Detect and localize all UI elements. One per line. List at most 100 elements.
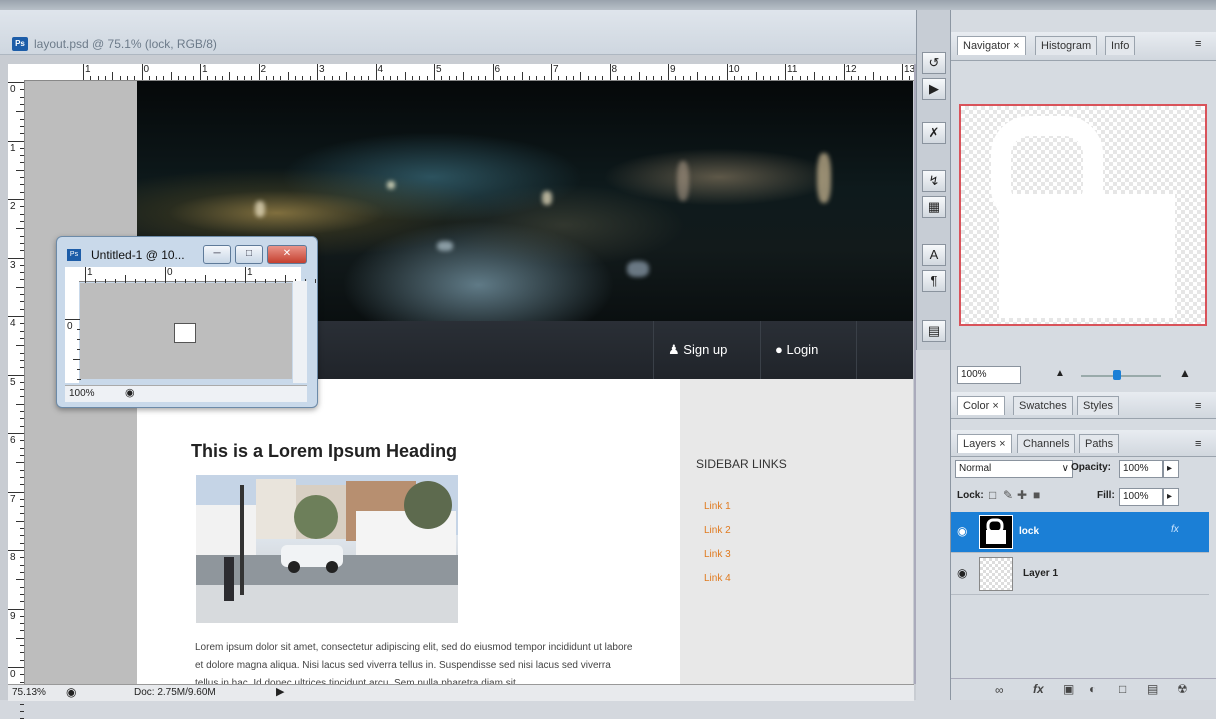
layer-row-lock[interactable]: ◉ lock fx bbox=[951, 512, 1209, 553]
ruler-minor-tick bbox=[97, 76, 99, 80]
ruler-minor-tick bbox=[20, 191, 24, 193]
signup-nav-button[interactable]: ♟ Sign up bbox=[653, 321, 741, 379]
visibility-eye-icon[interactable]: ◉ bbox=[957, 524, 967, 538]
ruler-tick bbox=[8, 667, 24, 668]
sidebar-link-1[interactable]: Link 1 bbox=[704, 501, 731, 512]
opacity-stepper[interactable]: ▸ bbox=[1163, 460, 1179, 478]
ruler-minor-tick bbox=[543, 76, 545, 80]
link-icon[interactable]: ∞ bbox=[995, 683, 1004, 697]
tab-color[interactable]: Color × bbox=[957, 396, 1005, 415]
fx-icon[interactable]: fx bbox=[1033, 682, 1044, 696]
lock-image-icon[interactable]: ✎ bbox=[1003, 488, 1013, 502]
trash-icon[interactable]: ☢ bbox=[1177, 682, 1188, 696]
status-menu-icon[interactable]: ◉ bbox=[125, 386, 135, 399]
ruler-minor-tick bbox=[20, 147, 24, 149]
ruler-minor-tick bbox=[470, 76, 472, 80]
ruler-minor-tick bbox=[360, 76, 362, 80]
panel-menu-icon[interactable]: ≡ bbox=[1195, 438, 1201, 450]
sidebar-link-3[interactable]: Link 3 bbox=[704, 549, 731, 560]
horizontal-ruler[interactable]: 1 0 1 bbox=[65, 267, 316, 283]
ruler-minor-tick bbox=[426, 76, 428, 80]
fill-input[interactable]: 100% bbox=[1119, 488, 1163, 506]
zoom-in-icon[interactable]: ▲ bbox=[1179, 366, 1191, 380]
new-layer-icon[interactable]: ▤ bbox=[1147, 682, 1158, 696]
tab-swatches[interactable]: Swatches bbox=[1013, 396, 1073, 415]
brushes-icon[interactable]: ↯ bbox=[922, 170, 946, 192]
horizontal-ruler[interactable]: 1 0 1 2 3 4 5 6 7 8 9 10 11 12 13 bbox=[8, 64, 955, 81]
zoom-slider[interactable] bbox=[1081, 375, 1161, 377]
status-menu-icon[interactable]: ◉ bbox=[66, 685, 76, 699]
adjustment-icon[interactable]: ◐ bbox=[1089, 682, 1096, 696]
ruler-minor-tick bbox=[192, 76, 194, 80]
ruler-minor-tick bbox=[148, 76, 150, 80]
tab-histogram[interactable]: Histogram bbox=[1035, 36, 1098, 55]
clone-source-icon[interactable]: ▦ bbox=[922, 196, 946, 218]
vertical-scrollbar[interactable] bbox=[293, 281, 307, 383]
ruler-minor-tick bbox=[646, 76, 648, 80]
canvas[interactable] bbox=[80, 283, 292, 379]
notes-icon[interactable]: ▤ bbox=[922, 320, 946, 342]
lock-all-icon[interactable]: ■ bbox=[1033, 488, 1040, 502]
character-icon[interactable]: A bbox=[922, 244, 946, 266]
opacity-input[interactable]: 100% bbox=[1119, 460, 1163, 478]
ruler-minor-tick bbox=[704, 76, 706, 80]
ruler-minor-tick bbox=[20, 513, 24, 515]
ruler-label: 0 bbox=[67, 321, 73, 332]
zoom-out-icon[interactable]: ▲ bbox=[1055, 368, 1065, 379]
panel-menu-icon[interactable]: ≡ bbox=[1195, 400, 1201, 412]
zoom-level[interactable]: 100% bbox=[69, 388, 95, 399]
zoom-slider-thumb[interactable] bbox=[1113, 370, 1121, 380]
actions-play-icon[interactable]: ▶ bbox=[922, 78, 946, 100]
ruler-minor-tick bbox=[20, 535, 24, 537]
ruler-minor-tick bbox=[536, 76, 538, 80]
ruler-minor-tick bbox=[20, 330, 24, 332]
tab-info[interactable]: Info bbox=[1105, 36, 1136, 55]
visibility-eye-icon[interactable]: ◉ bbox=[957, 566, 967, 580]
status-arrow-icon[interactable]: ▶ bbox=[276, 685, 284, 698]
maximize-button[interactable]: □ bbox=[235, 245, 263, 264]
navigator-zoom-input[interactable]: 100% bbox=[957, 366, 1021, 384]
tab-paths[interactable]: Paths bbox=[1079, 434, 1120, 453]
ruler-tick bbox=[8, 140, 24, 142]
ruler-minor-tick bbox=[125, 275, 126, 283]
ruler-label: 2 bbox=[10, 201, 16, 212]
sidebar-link-4[interactable]: Link 4 bbox=[704, 573, 731, 584]
tool-presets-icon[interactable]: ✗ bbox=[922, 122, 946, 144]
chevron-down-icon: ∨ bbox=[1061, 463, 1069, 474]
folder-icon[interactable]: □ bbox=[1119, 682, 1126, 696]
lock-transparency-icon[interactable]: □ bbox=[989, 488, 996, 502]
mask-icon[interactable]: ▣ bbox=[1063, 682, 1074, 696]
ruler-minor-tick bbox=[20, 418, 24, 420]
layer-row-layer1[interactable]: ◉ Layer 1 bbox=[951, 554, 1209, 595]
ruler-minor-tick bbox=[20, 615, 24, 617]
fx-icon[interactable]: fx bbox=[1171, 524, 1179, 535]
tab-styles[interactable]: Styles bbox=[1077, 396, 1119, 415]
paragraph-icon[interactable]: ¶ bbox=[922, 270, 946, 292]
ruler-minor-tick bbox=[20, 593, 24, 595]
ruler-minor-tick bbox=[20, 411, 24, 413]
sidebar-link-2[interactable]: Link 2 bbox=[704, 525, 731, 536]
vertical-ruler[interactable]: 0 bbox=[65, 281, 81, 390]
doc-info[interactable]: Doc: 2.75M/9.60M bbox=[134, 687, 216, 698]
close-button[interactable]: ✕ bbox=[267, 245, 307, 264]
login-nav-button[interactable]: ● Login bbox=[760, 321, 832, 379]
zoom-level[interactable]: 75.13% bbox=[12, 687, 46, 698]
minimize-button[interactable]: ─ bbox=[203, 245, 231, 264]
ruler-tick bbox=[551, 64, 552, 80]
tab-channels[interactable]: Channels bbox=[1017, 434, 1076, 453]
history-icon[interactable]: ↺ bbox=[922, 52, 946, 74]
fill-stepper[interactable]: ▸ bbox=[1163, 488, 1179, 506]
tab-layers[interactable]: Layers × bbox=[957, 434, 1012, 453]
document-tab[interactable]: Ps layout.psd @ 75.1% (lock, RGB/8) bbox=[0, 10, 916, 55]
ruler-minor-tick bbox=[397, 76, 399, 80]
lock-position-icon[interactable]: ✚ bbox=[1017, 488, 1027, 502]
ruler-minor-tick bbox=[20, 125, 24, 127]
ruler-minor-tick bbox=[572, 76, 574, 80]
blend-mode-select[interactable]: Normal ∨ bbox=[955, 460, 1073, 478]
panel-menu-icon[interactable]: ≡ bbox=[1195, 38, 1201, 50]
navigator-preview[interactable] bbox=[959, 104, 1207, 326]
ruler-minor-tick bbox=[205, 275, 206, 283]
vertical-ruler[interactable]: 0 1 2 3 4 5 6 7 8 9 0 bbox=[8, 80, 25, 719]
untitled-window[interactable]: Ps Untitled-1 @ 10... ─ □ ✕ 1 0 1 0 100% ◉ bbox=[56, 236, 318, 408]
tab-navigator[interactable]: Navigator × bbox=[957, 36, 1026, 55]
